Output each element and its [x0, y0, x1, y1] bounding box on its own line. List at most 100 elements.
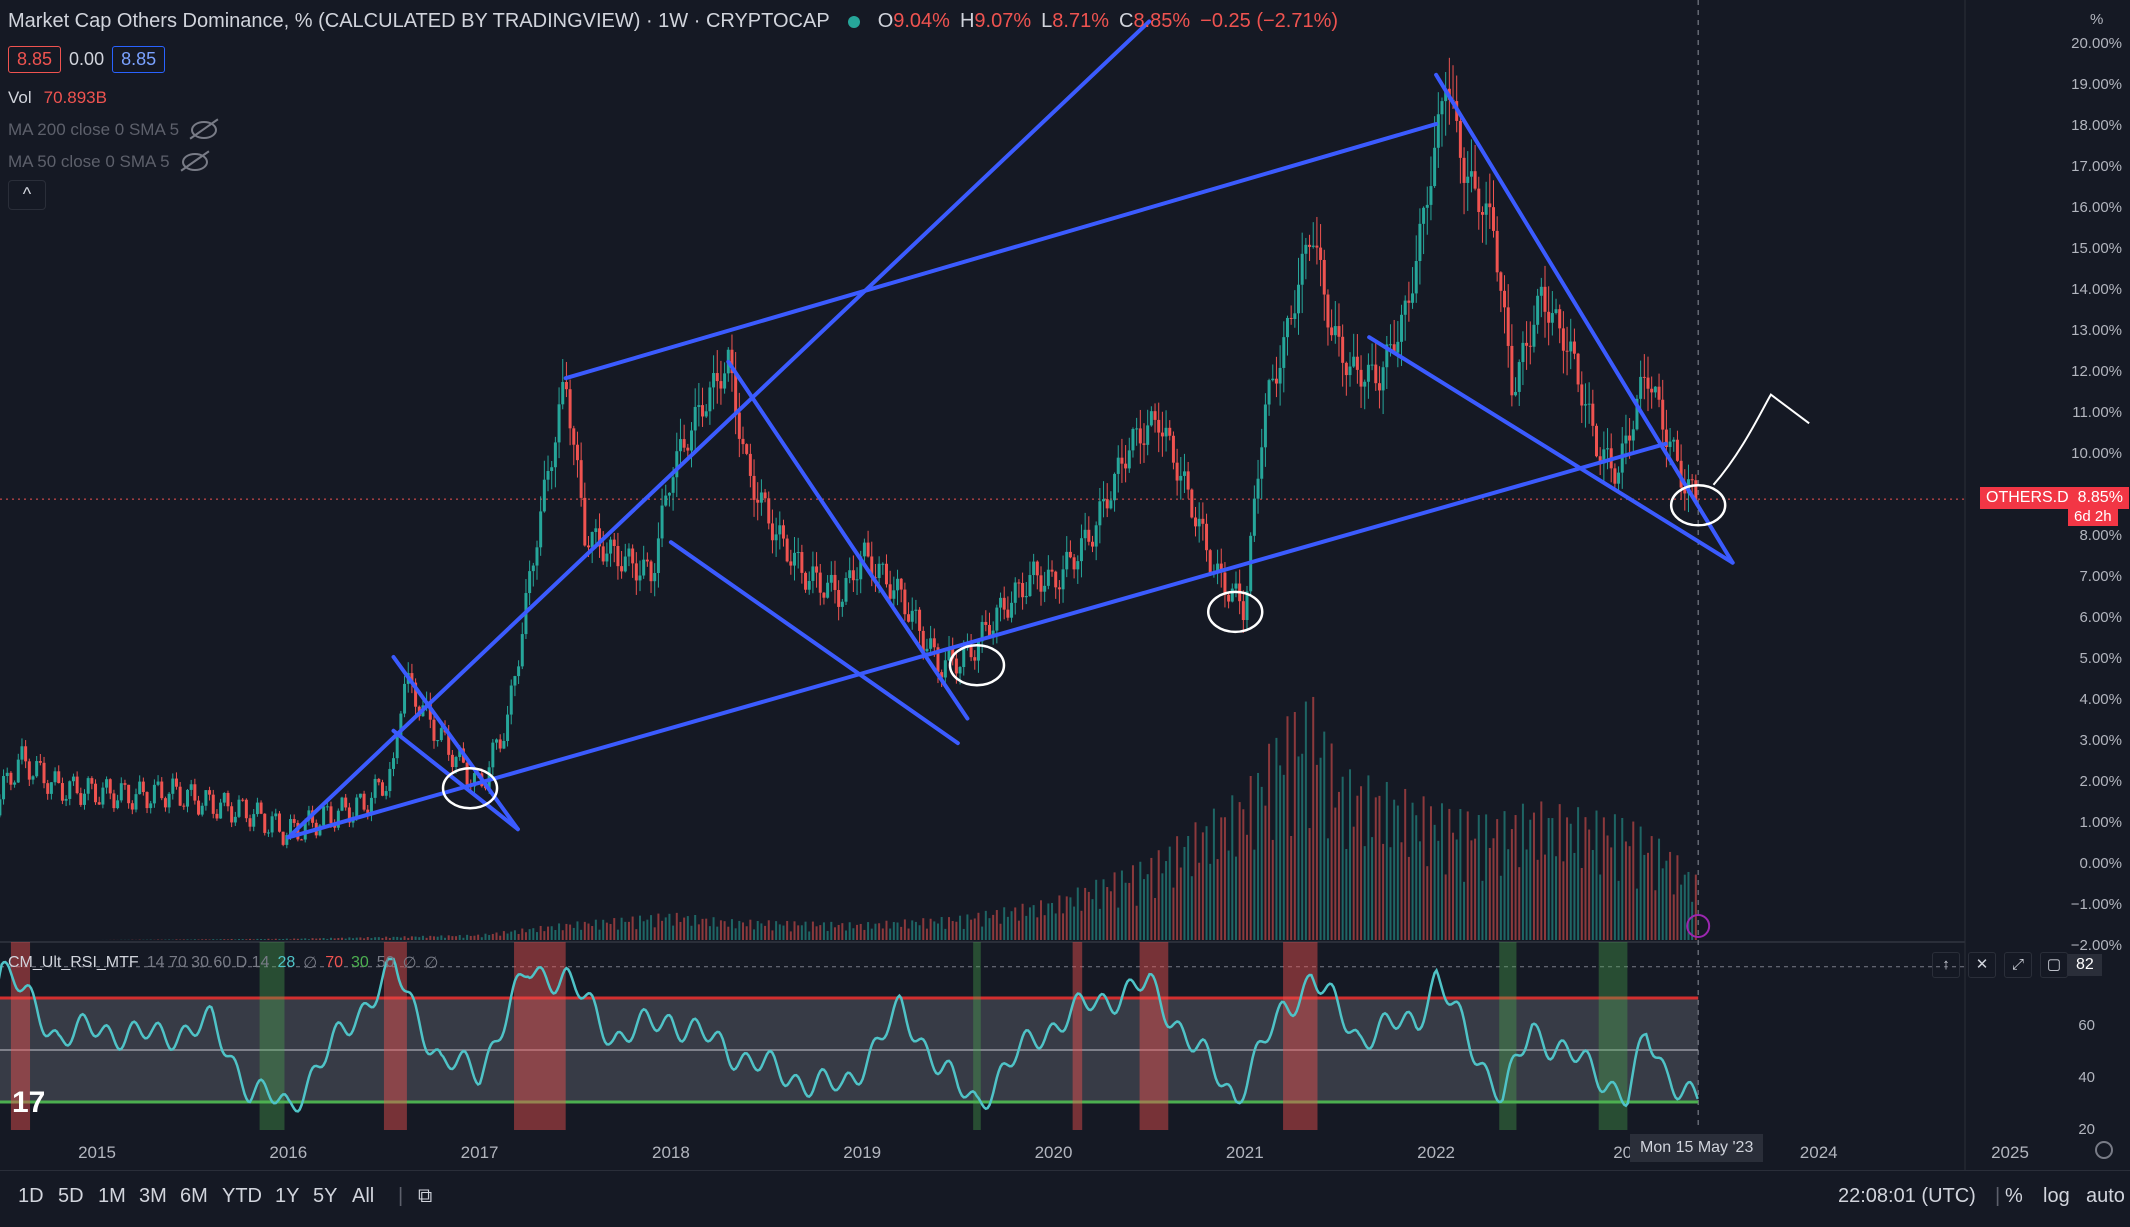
restore-icon[interactable]: ▢	[2040, 952, 2068, 978]
price-candle	[1106, 499, 1109, 508]
price-candle	[580, 460, 583, 498]
price-candle	[539, 511, 542, 547]
price-candle	[6, 773, 9, 776]
range-ytd[interactable]: YTD	[222, 1185, 262, 1208]
move-up-icon[interactable]: ↑	[1932, 952, 1960, 978]
x-tick-label: 2019	[843, 1143, 881, 1162]
volume-bar	[1095, 880, 1097, 940]
price-candle	[109, 779, 112, 793]
range-6m[interactable]: 6M	[180, 1185, 208, 1208]
volume-bar	[922, 918, 924, 940]
y-tick-label: 18.00%	[2071, 117, 2122, 134]
ma200-legend[interactable]: MA 200 close 0 SMA 5	[8, 120, 217, 140]
price-candle	[105, 779, 108, 787]
price-candle	[1418, 224, 1421, 261]
price-candle	[1102, 499, 1105, 501]
volume-bar	[1540, 801, 1542, 940]
clock-time[interactable]: 22:08:01 (UTC)	[1838, 1185, 1976, 1208]
volume-legend[interactable]: Vol 70.893B	[8, 88, 107, 108]
price-candle	[760, 492, 763, 502]
volume-bar	[1165, 861, 1167, 940]
price-candle	[1161, 433, 1164, 437]
volume-bar	[1367, 775, 1369, 940]
volume-bar	[345, 939, 347, 940]
rsi-legend[interactable]: CM_Ult_RSI_MTF 14 70 30 60 D 14 28 ∅ 70 …	[8, 953, 438, 973]
volume-bar	[1434, 825, 1436, 940]
hidden-eye-icon[interactable]	[182, 153, 208, 171]
price-candle	[1003, 598, 1006, 610]
price-candle	[1459, 121, 1462, 158]
buy-price[interactable]: 8.85	[112, 46, 165, 73]
volume-bar	[433, 936, 435, 940]
volume-bar	[1066, 896, 1068, 940]
price-candle	[1510, 346, 1513, 395]
price-candle	[238, 800, 241, 817]
ma50-legend[interactable]: MA 50 close 0 SMA 5	[8, 152, 208, 172]
price-candle	[1028, 575, 1031, 596]
price-candle	[1514, 392, 1517, 395]
price-candle	[797, 552, 800, 553]
price-candle	[587, 545, 590, 547]
volume-bar	[691, 926, 693, 940]
log-scale-button[interactable]: log	[2043, 1185, 2070, 1208]
price-candle	[786, 539, 789, 562]
price-candle	[1315, 246, 1318, 248]
price-candle	[9, 773, 12, 785]
maximize-icon[interactable]: ⤢	[2004, 952, 2032, 978]
volume-bar	[624, 922, 626, 940]
range-5y[interactable]: 5Y	[313, 1185, 337, 1208]
close-icon[interactable]: ✕	[1968, 952, 1996, 978]
range-1d[interactable]: 1D	[18, 1185, 44, 1208]
rsi-value-2: ∅	[303, 953, 317, 973]
auto-scale-button[interactable]: auto	[2086, 1185, 2125, 1208]
y-tick-label: 2.00%	[2079, 773, 2122, 790]
collapse-legend-button[interactable]: ^	[8, 180, 46, 210]
price-candle	[274, 813, 277, 816]
price-candle	[1499, 272, 1502, 291]
price-candle	[164, 798, 167, 807]
sell-price[interactable]: 8.85	[8, 46, 61, 73]
hidden-eye-icon[interactable]	[191, 121, 217, 139]
volume-bar	[827, 931, 829, 940]
volume-bar	[1062, 913, 1064, 940]
volume-bar	[352, 938, 354, 940]
rsi-upper-value: 70	[325, 954, 343, 972]
price-candle	[179, 787, 182, 806]
price-candle	[620, 566, 623, 571]
price-candle	[767, 498, 770, 523]
price-candle	[1577, 354, 1580, 385]
price-candle	[1076, 561, 1079, 569]
price-candle	[1205, 524, 1208, 550]
goto-date-icon[interactable]: ⧉	[418, 1185, 432, 1208]
volume-bar	[418, 937, 420, 940]
price-candle	[256, 803, 259, 815]
volume-bar	[389, 938, 391, 940]
volume-bar	[1320, 758, 1322, 940]
volume-bar	[1353, 827, 1355, 940]
range-1m[interactable]: 1M	[98, 1185, 126, 1208]
price-candle	[1201, 519, 1204, 524]
volume-bar	[1651, 836, 1653, 940]
volume-bar	[805, 922, 807, 940]
price-candle	[35, 761, 38, 776]
ohlc-close: C8.85%	[1119, 10, 1190, 33]
volume-bar	[253, 939, 255, 940]
volume-bar	[1393, 800, 1395, 940]
percent-scale-button[interactable]: %	[2005, 1185, 2023, 1208]
chart-canvas[interactable]: 20.00%19.00%18.00%17.00%16.00%15.00%14.0…	[0, 0, 2130, 1226]
volume-bar	[1220, 817, 1222, 940]
spread: 0.00	[69, 49, 104, 70]
volume-bar	[330, 938, 332, 940]
volume-bar	[1169, 847, 1171, 940]
volume-bar	[1478, 815, 1480, 940]
range-5d[interactable]: 5D	[58, 1185, 84, 1208]
volume-bar	[606, 923, 608, 940]
range-all[interactable]: All	[352, 1185, 374, 1208]
range-3m[interactable]: 3M	[139, 1185, 167, 1208]
range-1y[interactable]: 1Y	[275, 1185, 299, 1208]
volume-bar	[646, 920, 648, 940]
price-candle	[98, 802, 101, 804]
price-candle	[1268, 380, 1271, 404]
volume-bar	[713, 917, 715, 940]
price-candle	[852, 570, 855, 580]
